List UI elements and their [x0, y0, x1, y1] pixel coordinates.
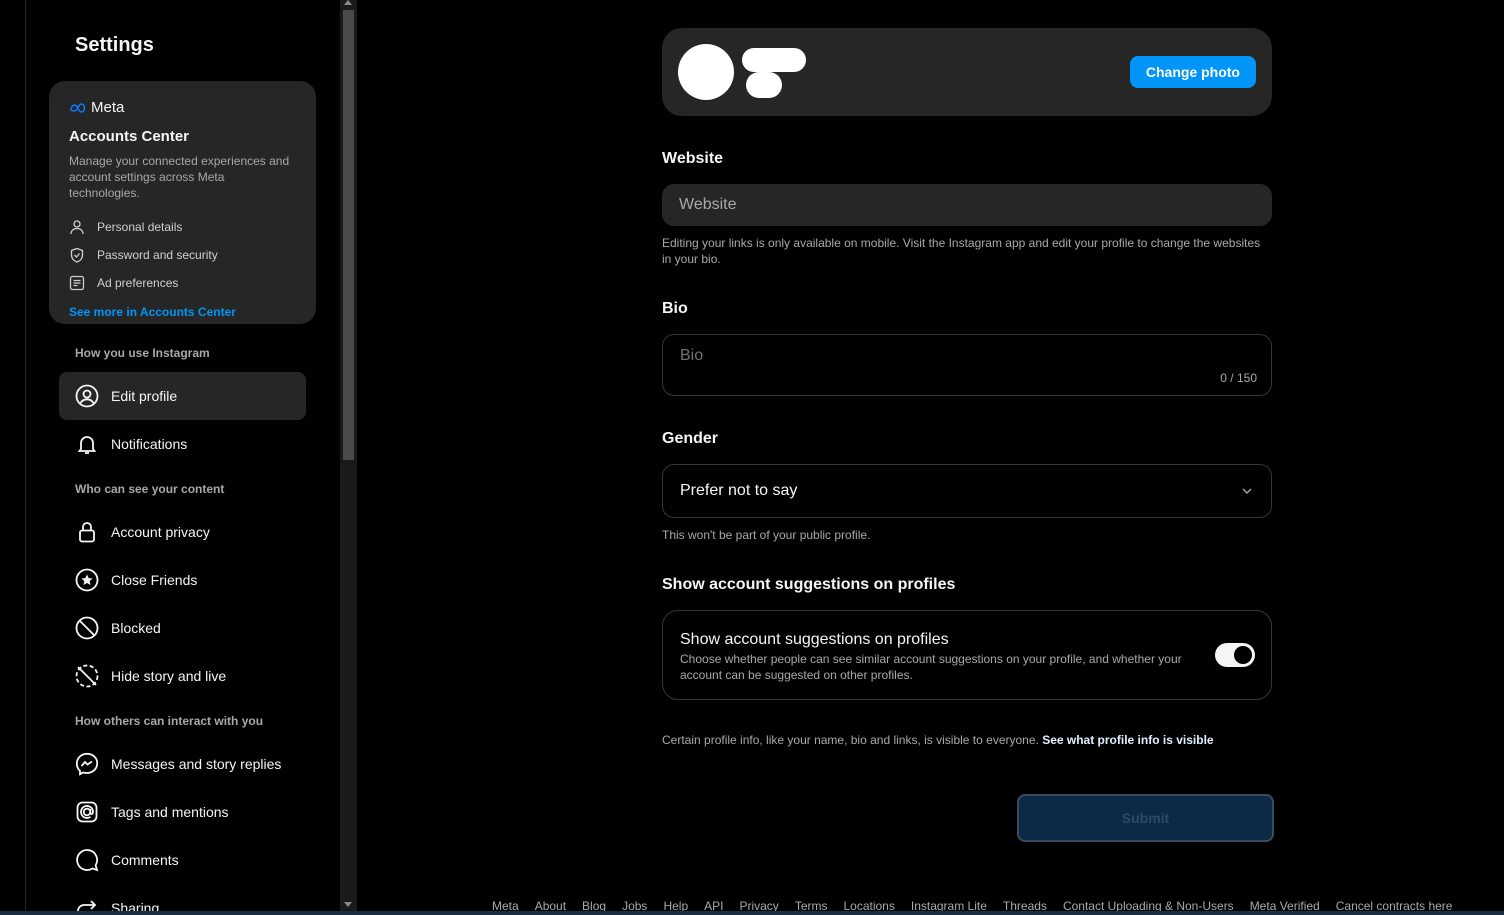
- suggestions-title: Show account suggestions on profiles: [680, 631, 949, 648]
- person-icon: [69, 219, 85, 235]
- shield-check-icon: [69, 247, 85, 263]
- nav-item-notifications[interactable]: Notifications: [59, 420, 306, 468]
- nav-item-account-privacy[interactable]: Account privacy: [59, 508, 306, 556]
- user-circle-icon: [75, 384, 99, 408]
- suggestions-toggle[interactable]: [1215, 643, 1255, 667]
- bio-char-count: 0 / 150: [1220, 371, 1257, 385]
- nav-item-label: Comments: [111, 852, 179, 868]
- nav-item-messages-story-replies[interactable]: Messages and story replies: [59, 740, 306, 788]
- ac-item-personal-details[interactable]: Personal details: [69, 213, 296, 241]
- edit-profile-main: Change photo Website Website Editing you…: [357, 0, 1504, 915]
- visibility-note-text: Certain profile info, like your name, bi…: [662, 733, 1039, 747]
- ac-item-label: Password and security: [97, 248, 218, 262]
- section-label-how-you-use: How you use Instagram: [75, 346, 210, 360]
- lock-icon: [75, 520, 99, 544]
- section-label-how-others-interact: How others can interact with you: [75, 714, 264, 728]
- website-placeholder: Website: [679, 196, 737, 213]
- accounts-center-title: Accounts Center: [69, 128, 190, 145]
- scroll-up-arrow-icon[interactable]: [344, 0, 352, 5]
- visibility-note: Certain profile info, like your name, bi…: [662, 733, 1214, 747]
- meta-logo: Meta: [69, 99, 296, 116]
- suggestions-description: Choose whether people can see similar ac…: [680, 652, 1182, 682]
- profile-photo-card: Change photo: [662, 28, 1272, 116]
- name-redacted: [746, 72, 782, 98]
- suggestions-label: Show account suggestions on profiles: [662, 576, 956, 593]
- username-redacted: [742, 48, 806, 72]
- bell-icon: [75, 432, 99, 456]
- toggle-knob: [1234, 646, 1252, 664]
- gender-value: Prefer not to say: [680, 482, 798, 499]
- section-label-who-can-see: Who can see your content: [75, 482, 225, 496]
- blocked-icon: [75, 616, 99, 640]
- sidebar-scrollbar[interactable]: [340, 0, 357, 915]
- accounts-center-description: Manage your connected experiences and ac…: [69, 154, 290, 200]
- accounts-center-card[interactable]: Meta Accounts Center Manage your connect…: [49, 81, 316, 324]
- messenger-icon: [75, 752, 99, 776]
- nav-item-label: Messages and story replies: [111, 756, 282, 772]
- ac-item-label: Personal details: [97, 220, 183, 234]
- left-rail: [0, 0, 26, 915]
- ac-item-label: Ad preferences: [97, 276, 179, 290]
- star-circle-icon: [75, 568, 99, 592]
- meta-infinity-icon: [70, 102, 86, 113]
- comment-icon: [75, 848, 99, 872]
- suggestions-setting: Show account suggestions on profiles Cho…: [662, 610, 1272, 700]
- ac-item-password-security[interactable]: Password and security: [69, 241, 296, 269]
- nav-item-blocked[interactable]: Blocked: [59, 604, 306, 652]
- nav-item-edit-profile[interactable]: Edit profile: [59, 372, 306, 420]
- nav-item-label: Tags and mentions: [111, 804, 229, 820]
- nav-item-label: Close Friends: [111, 572, 198, 588]
- nav-item-close-friends[interactable]: Close Friends: [59, 556, 306, 604]
- scroll-down-arrow-icon[interactable]: [344, 902, 352, 907]
- bio-textarea[interactable]: Bio 0 / 150: [662, 334, 1272, 396]
- hide-story-icon: [75, 664, 99, 688]
- website-help-text: Editing your links is only available on …: [662, 236, 1261, 266]
- ad-icon: [69, 275, 85, 291]
- submit-button[interactable]: Submit: [1017, 794, 1274, 842]
- avatar-redacted: [678, 44, 734, 100]
- settings-title: Settings: [75, 34, 154, 56]
- gender-help-text: This won't be part of your public profil…: [662, 528, 871, 542]
- nav-item-label: Edit profile: [111, 388, 178, 404]
- bottom-edge: [0, 911, 1504, 915]
- gender-select[interactable]: Prefer not to say: [662, 464, 1272, 518]
- see-more-accounts-center-link[interactable]: See more in Accounts Center: [69, 305, 296, 319]
- nav-item-tags-mentions[interactable]: Tags and mentions: [59, 788, 306, 836]
- nav-item-label: Notifications: [111, 436, 188, 452]
- nav-item-comments[interactable]: Comments: [59, 836, 306, 884]
- at-icon: [75, 800, 99, 824]
- chevron-down-icon: [1242, 488, 1252, 494]
- ac-item-ad-preferences[interactable]: Ad preferences: [69, 269, 296, 297]
- see-visible-info-link[interactable]: See what profile info is visible: [1042, 733, 1213, 747]
- nav-item-label: Blocked: [111, 620, 161, 636]
- website-label: Website: [662, 150, 724, 167]
- bio-label: Bio: [662, 300, 688, 317]
- nav-item-label: Hide story and live: [111, 668, 227, 684]
- nav-item-label: Account privacy: [111, 524, 210, 540]
- settings-sidebar: Settings Meta Accounts Center Manage you…: [26, 0, 340, 915]
- website-input[interactable]: Website: [662, 184, 1272, 226]
- scroll-thumb[interactable]: [343, 10, 354, 460]
- change-photo-button[interactable]: Change photo: [1129, 56, 1256, 88]
- meta-brand: Meta: [91, 99, 125, 116]
- nav-item-hide-story-live[interactable]: Hide story and live: [59, 652, 306, 700]
- bio-placeholder: Bio: [680, 347, 704, 364]
- gender-label: Gender: [662, 430, 719, 447]
